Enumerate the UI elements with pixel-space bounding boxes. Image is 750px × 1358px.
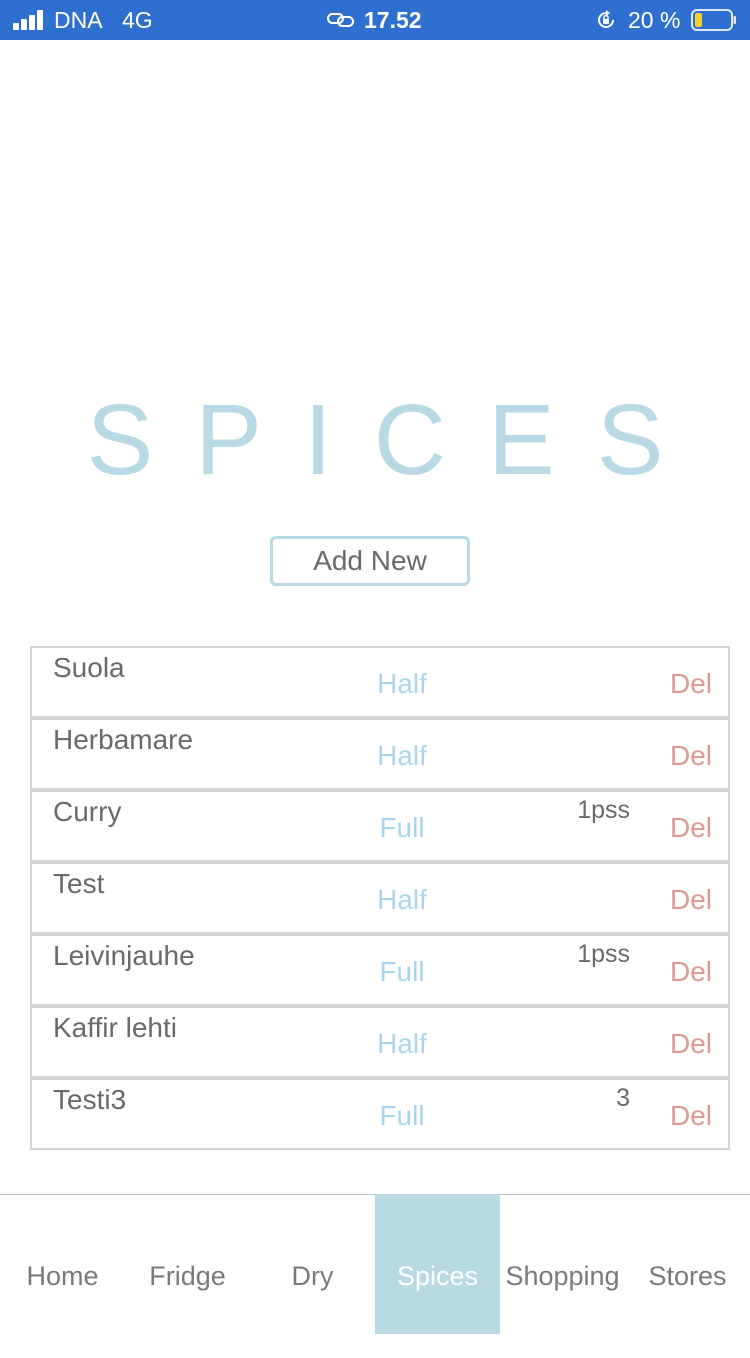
spice-row: Herbamare Half Del <box>30 718 730 790</box>
network-type: 4G <box>122 7 153 33</box>
spice-name: Herbamare <box>53 724 194 755</box>
spice-name: Curry <box>53 796 122 827</box>
delete-button[interactable]: Del <box>670 884 712 916</box>
spice-note: 3 <box>616 1084 630 1112</box>
spice-level-toggle[interactable]: Half <box>352 740 452 772</box>
spice-level-toggle[interactable]: Half <box>352 668 452 700</box>
battery-icon <box>691 9 736 31</box>
bottom-nav: Home Fridge Dry Spices Shopping Stores <box>0 1194 750 1334</box>
status-time: 17.52 <box>364 7 422 33</box>
spice-name: Leivinjauhe <box>53 940 195 971</box>
carrier-name: DNA <box>54 7 103 33</box>
spice-level-toggle[interactable]: Full <box>352 1100 452 1132</box>
spice-name: Kaffir lehti <box>53 1012 177 1043</box>
delete-button[interactable]: Del <box>670 1100 712 1132</box>
spice-note: 1pss <box>577 940 630 968</box>
spice-level-toggle[interactable]: Half <box>352 1028 452 1060</box>
nav-item-home[interactable]: Home <box>0 1194 125 1334</box>
signal-icon <box>13 10 47 30</box>
nav-item-shopping[interactable]: Shopping <box>500 1194 625 1334</box>
delete-button[interactable]: Del <box>670 812 712 844</box>
nav-item-fridge[interactable]: Fridge <box>125 1194 250 1334</box>
spice-name: Test <box>53 868 105 899</box>
spice-name: Testi3 <box>53 1084 127 1115</box>
spice-row: Testi3 Full 3 Del <box>30 1078 730 1150</box>
page-title: SPICES <box>86 384 706 496</box>
spice-level-toggle[interactable]: Half <box>352 884 452 916</box>
spice-list: Suola Half Del Herbamare Half Del Curry … <box>30 646 730 1150</box>
spice-row: Test Half Del <box>30 862 730 934</box>
link-icon <box>327 13 354 27</box>
spice-note: 1pss <box>577 796 630 824</box>
delete-button[interactable]: Del <box>670 1028 712 1060</box>
delete-button[interactable]: Del <box>670 668 712 700</box>
delete-button[interactable]: Del <box>670 740 712 772</box>
battery-percent: 20 % <box>628 7 681 33</box>
spice-row: Curry Full 1pss Del <box>30 790 730 862</box>
delete-button[interactable]: Del <box>670 956 712 988</box>
spice-level-toggle[interactable]: Full <box>352 956 452 988</box>
nav-item-spices[interactable]: Spices <box>375 1194 500 1334</box>
spice-name: Suola <box>53 652 125 683</box>
spice-row: Leivinjauhe Full 1pss Del <box>30 934 730 1006</box>
spice-level-toggle[interactable]: Full <box>352 812 452 844</box>
spice-row: Suola Half Del <box>30 646 730 718</box>
status-bar: DNA 4G 17.52 20 % <box>0 0 750 40</box>
orientation-lock-icon <box>598 10 614 28</box>
nav-item-stores[interactable]: Stores <box>625 1194 750 1334</box>
spice-row: Kaffir lehti Half Del <box>30 1006 730 1078</box>
nav-item-dry[interactable]: Dry <box>250 1194 375 1334</box>
add-new-button[interactable]: Add New <box>270 536 470 586</box>
